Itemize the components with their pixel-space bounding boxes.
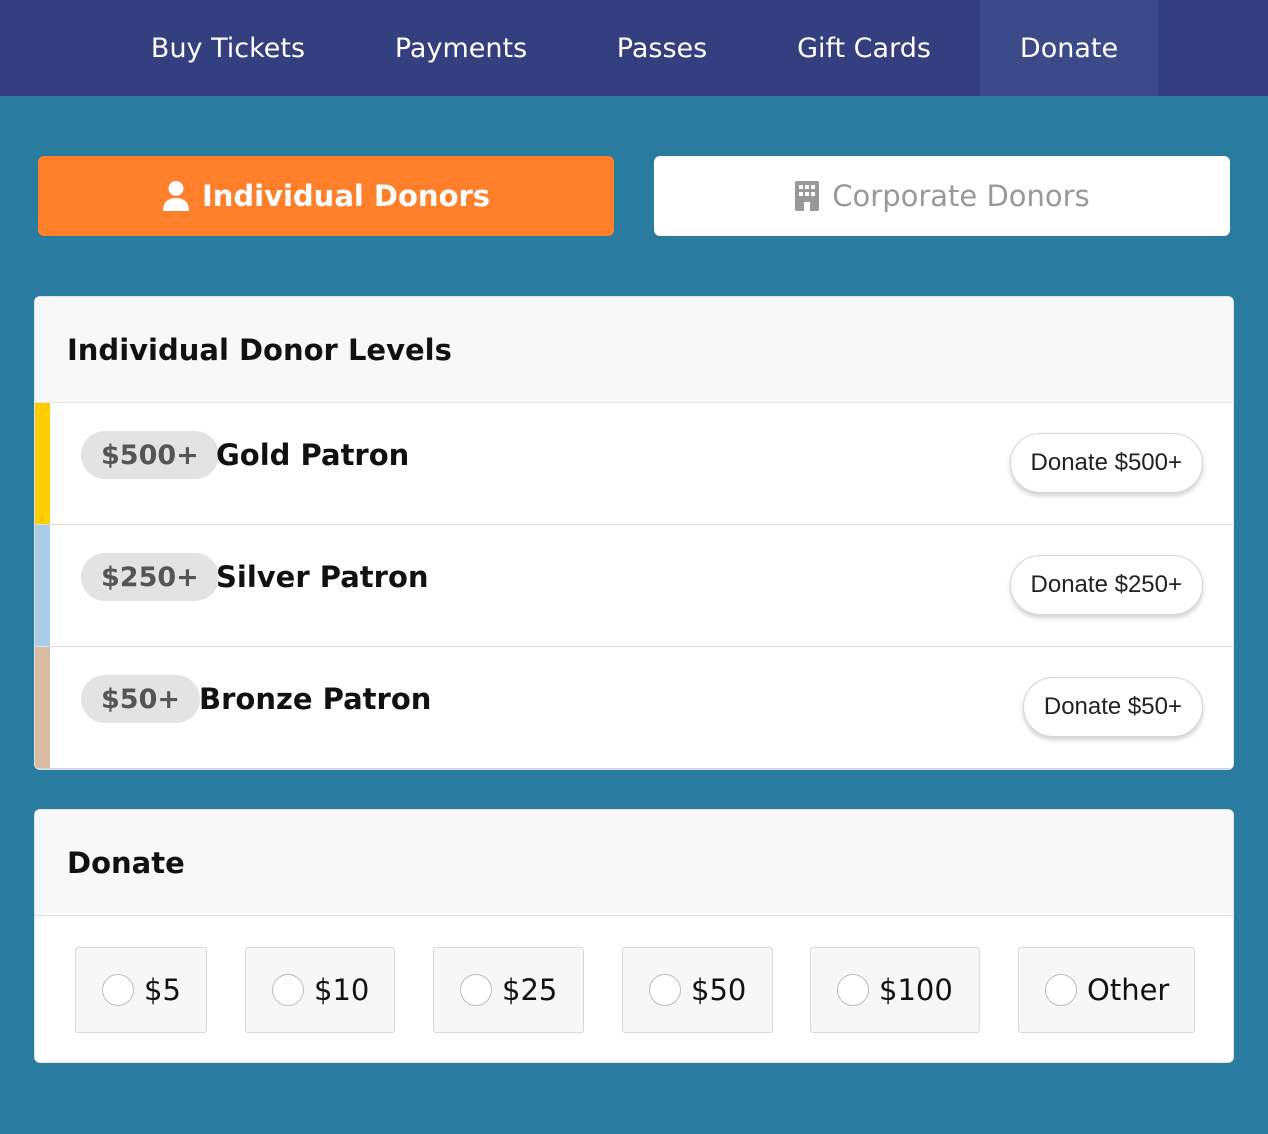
radio-10[interactable] <box>272 974 304 1006</box>
level-name-bronze: Bronze Patron <box>199 682 432 716</box>
amount-label-50: $50 <box>691 973 747 1007</box>
level-name-silver: Silver Patron <box>216 560 429 594</box>
donate-50-button[interactable]: Donate $50+ <box>1022 677 1203 737</box>
nav-item-gift-cards[interactable]: Gift Cards <box>776 0 952 96</box>
amount-option-50[interactable]: $50 <box>622 947 773 1033</box>
amount-label-other: Other <box>1087 973 1170 1007</box>
donate-title: Donate <box>35 810 1233 916</box>
radio-100[interactable] <box>837 974 869 1006</box>
donate-card: Donate $5 $10 $25 $50 $100 Other <box>34 809 1234 1063</box>
amount-option-other[interactable]: Other <box>1018 947 1195 1033</box>
level-badge-silver: $250+ <box>81 553 219 601</box>
amount-label-10: $10 <box>314 973 370 1007</box>
amount-option-5[interactable]: $5 <box>75 947 207 1033</box>
donor-levels-card: Individual Donor Levels $500+ Gold Patro… <box>34 296 1234 770</box>
level-badge-gold: $500+ <box>81 431 219 479</box>
gold-level-stripe <box>35 403 50 524</box>
donor-levels-title: Individual Donor Levels <box>35 297 1233 403</box>
tab-individual-donors[interactable]: Individual Donors <box>38 156 614 236</box>
tab-corporate-donors[interactable]: Corporate Donors <box>654 156 1230 236</box>
bronze-level-stripe <box>35 647 50 768</box>
level-row-silver: $250+ Silver Patron Donate $250+ <box>35 525 1233 647</box>
top-navigation: Buy Tickets Payments Passes Gift Cards D… <box>0 0 1268 96</box>
radio-other[interactable] <box>1045 974 1077 1006</box>
amount-label-25: $25 <box>502 973 558 1007</box>
radio-5[interactable] <box>102 974 134 1006</box>
nav-item-payments[interactable]: Payments <box>372 0 550 96</box>
donate-250-button[interactable]: Donate $250+ <box>1009 555 1203 615</box>
nav-item-donate[interactable]: Donate <box>980 0 1158 96</box>
silver-level-stripe <box>35 525 50 646</box>
radio-50[interactable] <box>649 974 681 1006</box>
donate-500-button[interactable]: Donate $500+ <box>1009 433 1203 493</box>
amount-option-10[interactable]: $10 <box>245 947 395 1033</box>
amount-label-5: $5 <box>144 973 181 1007</box>
level-name-gold: Gold Patron <box>216 438 410 472</box>
tab-corporate-label: Corporate Donors <box>832 179 1090 213</box>
level-badge-bronze: $50+ <box>81 675 200 723</box>
nav-item-buy-tickets[interactable]: Buy Tickets <box>128 0 328 96</box>
amount-label-100: $100 <box>879 973 953 1007</box>
building-icon <box>794 180 820 212</box>
nav-item-passes[interactable]: Passes <box>594 0 730 96</box>
level-row-bronze: $50+ Bronze Patron Donate $50+ <box>35 647 1233 769</box>
amount-option-25[interactable]: $25 <box>433 947 584 1033</box>
tab-individual-label: Individual Donors <box>201 179 491 213</box>
user-icon <box>162 180 190 212</box>
radio-25[interactable] <box>460 974 492 1006</box>
level-row-gold: $500+ Gold Patron Donate $500+ <box>35 403 1233 525</box>
amount-option-100[interactable]: $100 <box>810 947 980 1033</box>
